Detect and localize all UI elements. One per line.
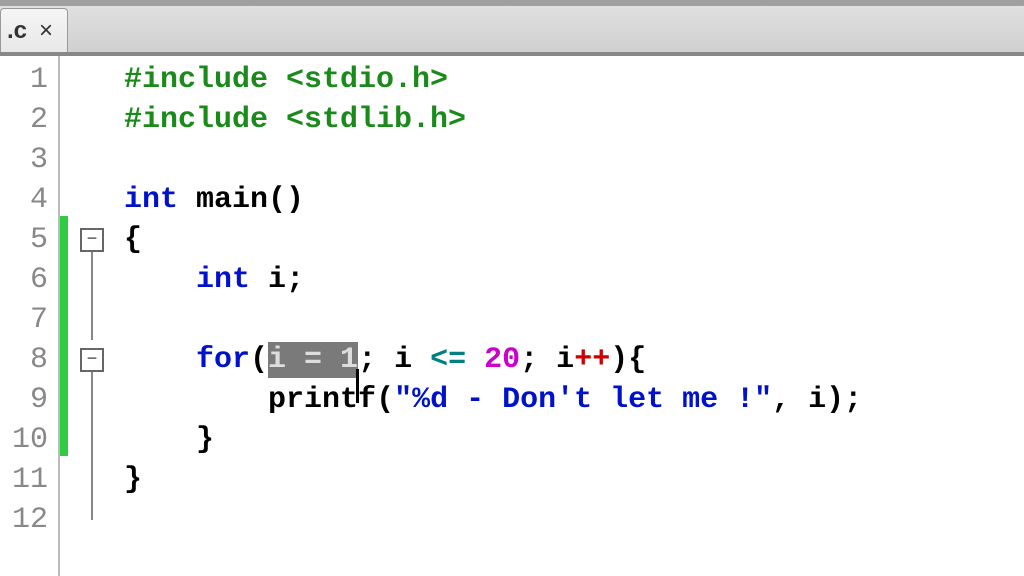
fold-guide [91, 380, 93, 420]
line-number: 10 [0, 420, 58, 460]
line-number: 3 [0, 140, 58, 180]
code-area[interactable]: #include <stdio.h> #include <stdlib.h> i… [120, 56, 1024, 576]
code-line: { [124, 220, 1024, 260]
tab-bar: .c × [0, 6, 1024, 54]
line-number: 2 [0, 100, 58, 140]
line-number: 7 [0, 300, 58, 340]
line-number: 9 [0, 380, 58, 420]
fold-toggle-icon[interactable]: − [80, 348, 104, 372]
line-number: 8 [0, 340, 58, 380]
line-number: 5 [0, 220, 58, 260]
code-line: printf("%d - Don't let me !", i); [124, 380, 1024, 420]
code-line: #include <stdio.h> [124, 60, 1024, 100]
fold-toggle-icon[interactable]: − [80, 228, 104, 252]
fold-guide [91, 500, 93, 520]
text-selection: i = 1 [268, 342, 358, 378]
code-line: int i; [124, 260, 1024, 300]
code-line [124, 500, 1024, 540]
code-line: } [124, 460, 1024, 500]
code-line: for(i = 1; i <= 20; i++){ [124, 340, 1024, 380]
line-number: 1 [0, 60, 58, 100]
editor-area: 1 2 3 4 5 6 7 8 9 10 11 12 − [0, 54, 1024, 576]
fold-guide [91, 260, 93, 300]
fold-guide [91, 372, 93, 380]
fold-guide [91, 300, 93, 340]
code-line: int main() [124, 180, 1024, 220]
line-number: 12 [0, 500, 58, 540]
fold-strip: − − [60, 56, 120, 576]
code-line [124, 140, 1024, 180]
line-number: 6 [0, 260, 58, 300]
fold-guide [91, 460, 93, 500]
line-number-gutter: 1 2 3 4 5 6 7 8 9 10 11 12 [0, 56, 60, 576]
code-line: } [124, 420, 1024, 460]
tab-filename: .c [7, 17, 27, 45]
code-line: #include <stdlib.h> [124, 100, 1024, 140]
code-line [124, 300, 1024, 340]
line-number: 11 [0, 460, 58, 500]
editor-window: .c × 1 2 3 4 5 6 7 8 9 10 11 12 − [0, 0, 1024, 576]
fold-guide [91, 252, 93, 260]
close-icon[interactable]: × [39, 17, 53, 45]
fold-guide [91, 420, 93, 460]
file-tab[interactable]: .c × [0, 8, 68, 52]
line-number: 4 [0, 180, 58, 220]
